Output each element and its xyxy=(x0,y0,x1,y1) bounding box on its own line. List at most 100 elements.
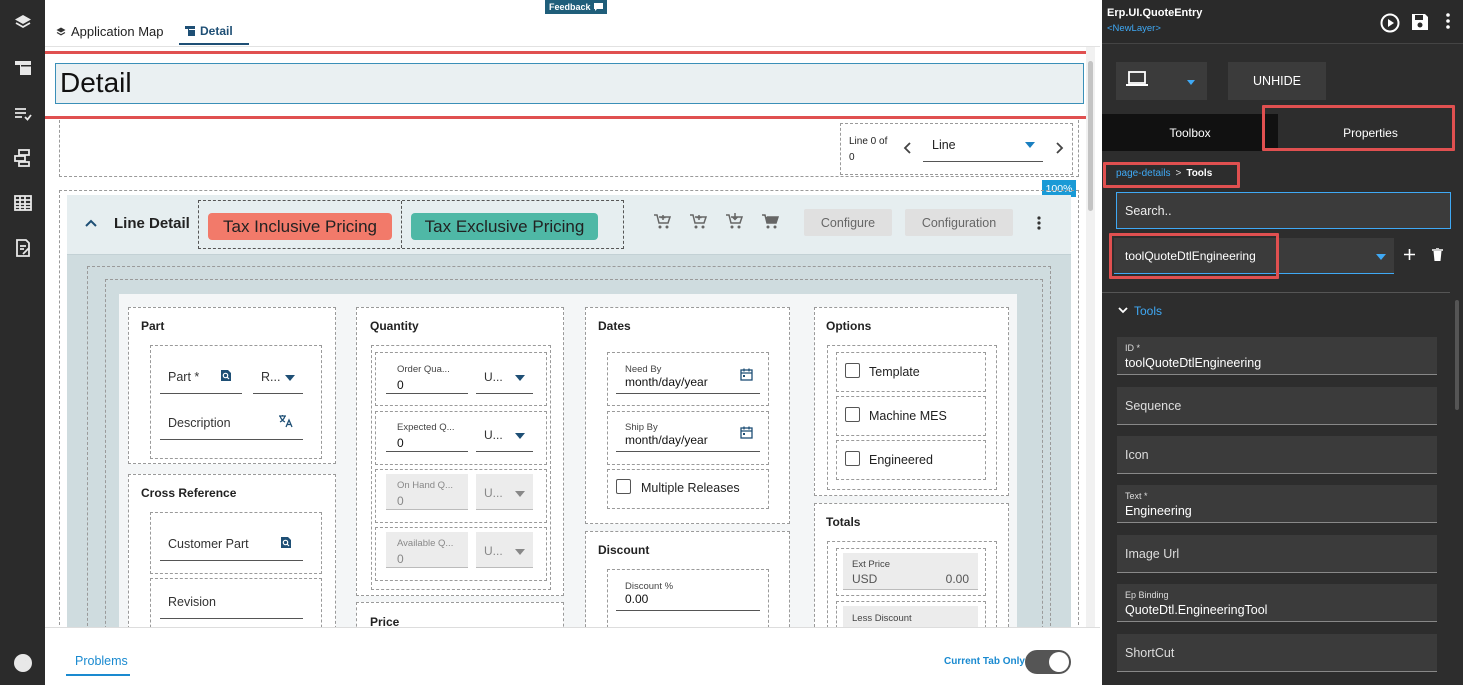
text-field[interactable]: Text * Engineering xyxy=(1117,485,1437,523)
layer-name[interactable]: <NewLayer> xyxy=(1107,23,1161,34)
order-uom-select[interactable]: U... xyxy=(476,358,533,394)
ep-binding-field[interactable]: Ep Binding QuoteDtl.EngineeringTool xyxy=(1117,584,1437,622)
workflow-icon[interactable] xyxy=(0,136,45,180)
field-label: Available Q... xyxy=(397,538,454,549)
order-qty-field[interactable]: Order Qua... 0 xyxy=(386,358,468,394)
tab-detail[interactable]: Detail xyxy=(185,24,233,38)
field-value: 0 xyxy=(397,552,404,566)
layers-icon[interactable] xyxy=(0,0,45,44)
left-nav-rail: ? xyxy=(0,0,45,685)
image-url-field[interactable]: Image Url xyxy=(1117,535,1437,573)
canvas-scrollbar[interactable] xyxy=(1086,47,1095,627)
field-label: Need By xyxy=(625,364,662,375)
more-vertical-icon[interactable] xyxy=(1037,216,1041,230)
save-icon[interactable] xyxy=(1410,12,1430,32)
chevron-left-icon[interactable] xyxy=(903,142,912,154)
panel-header: Erp.UI.QuoteEntry <NewLayer> xyxy=(1102,0,1463,44)
grid-icon[interactable] xyxy=(0,181,45,225)
part-field[interactable]: Part * xyxy=(160,358,242,394)
play-icon[interactable] xyxy=(1380,13,1400,33)
available-qty-field: Available Q... 0 xyxy=(386,532,468,568)
cart-icon[interactable] xyxy=(761,212,779,230)
uom-label: U... xyxy=(484,428,503,442)
chevron-down-icon xyxy=(285,375,295,381)
chevron-down-icon xyxy=(515,549,525,555)
trash-icon[interactable] xyxy=(1432,248,1443,261)
sequence-field[interactable]: Sequence xyxy=(1117,387,1437,425)
tools-section-title[interactable]: Tools xyxy=(1134,304,1162,318)
description-field[interactable]: Description xyxy=(160,404,303,440)
active-tab-indicator xyxy=(66,674,130,676)
calendar-icon[interactable] xyxy=(740,426,753,439)
divider xyxy=(1102,292,1450,293)
machine-mes-label: Machine MES xyxy=(869,409,947,423)
configure-button[interactable]: Configure xyxy=(804,209,892,236)
highlight-box xyxy=(1103,162,1240,188)
feedback-button[interactable]: Feedback xyxy=(545,0,607,14)
feedback-label: Feedback xyxy=(549,2,591,12)
template-checkbox[interactable] xyxy=(845,363,860,378)
cart-down-icon[interactable] xyxy=(725,212,743,230)
id-field[interactable]: ID * toolQuoteDtlEngineering xyxy=(1117,337,1437,375)
tax-inclusive-badge[interactable]: Tax Inclusive Pricing xyxy=(208,213,392,240)
field-label: Discount % xyxy=(625,581,674,592)
search-document-icon[interactable] xyxy=(280,536,292,549)
app-title: Erp.UI.QuoteEntry xyxy=(1107,7,1203,19)
chevron-right-icon[interactable] xyxy=(1055,142,1064,154)
chevron-down-icon[interactable] xyxy=(1118,307,1128,314)
icon-field[interactable]: Icon xyxy=(1117,436,1437,474)
tab-toolbox[interactable]: Toolbox xyxy=(1102,114,1278,151)
top-tab-bar: Feedback Application Map Detail xyxy=(45,0,1100,47)
tab-label: Application Map xyxy=(71,24,164,39)
search-input[interactable]: Search.. xyxy=(1116,192,1451,229)
need-by-field[interactable]: Need By month/day/year xyxy=(616,358,760,394)
customer-part-field[interactable]: Customer Part xyxy=(160,525,303,561)
unhide-button[interactable]: UNHIDE xyxy=(1228,62,1326,100)
revision-select[interactable]: R... xyxy=(253,358,303,394)
device-select[interactable] xyxy=(1116,62,1207,100)
properties-panel: Erp.UI.QuoteEntry <NewLayer> UNHIDE Tool… xyxy=(1102,0,1463,685)
less-discount-field: Less Discount xyxy=(843,606,978,627)
chevron-down-icon xyxy=(515,491,525,497)
layout-icon[interactable] xyxy=(0,46,45,90)
revision-field[interactable]: Revision xyxy=(160,583,303,619)
calendar-icon[interactable] xyxy=(740,368,753,381)
bottom-panel: Problems Current Tab Only xyxy=(45,627,1100,685)
add-icon[interactable] xyxy=(1404,249,1415,260)
field-value: 0.00 xyxy=(625,592,649,606)
engineered-checkbox[interactable] xyxy=(845,451,860,466)
machine-mes-checkbox[interactable] xyxy=(845,407,860,422)
edit-document-icon[interactable] xyxy=(0,226,45,270)
scrollbar-thumb[interactable] xyxy=(1088,61,1093,211)
translate-icon[interactable] xyxy=(278,414,294,428)
line-nav: Line 0 of 0 Line xyxy=(840,123,1073,175)
discount-pct-field[interactable]: Discount % 0.00 xyxy=(616,575,760,611)
chevron-down-icon xyxy=(1025,142,1035,148)
field-value: month/day/year xyxy=(625,375,708,389)
tab-application-map[interactable]: Application Map xyxy=(56,24,164,39)
line-select[interactable]: Line xyxy=(923,128,1043,162)
current-tab-only-toggle[interactable] xyxy=(1025,650,1071,674)
help-icon[interactable]: ? xyxy=(0,641,45,685)
panel-scrollbar[interactable] xyxy=(1455,300,1459,410)
cart-add-icon[interactable] xyxy=(689,212,707,230)
more-vertical-icon[interactable] xyxy=(1446,13,1450,29)
available-uom-select: U... xyxy=(476,532,533,568)
chevron-down-icon xyxy=(1376,254,1386,260)
shortcut-field[interactable]: ShortCut xyxy=(1117,634,1437,672)
list-check-icon[interactable] xyxy=(0,92,45,136)
configuration-button[interactable]: Configuration xyxy=(905,209,1013,236)
on-hand-qty-field: On Hand Q... 0 xyxy=(386,474,468,510)
expected-qty-field[interactable]: Expected Q... 0 xyxy=(386,416,468,452)
chevron-up-icon[interactable] xyxy=(85,219,97,227)
search-document-icon[interactable] xyxy=(220,369,232,382)
part-title: Part xyxy=(141,319,165,333)
tab-problems[interactable]: Problems xyxy=(75,654,128,668)
cart-add-icon[interactable] xyxy=(653,212,671,230)
quantity-card: Quantity Order Qua... 0 U... Expected Q.… xyxy=(356,307,564,596)
tax-exclusive-badge[interactable]: Tax Exclusive Pricing xyxy=(411,213,598,240)
ship-by-field[interactable]: Ship By month/day/year xyxy=(616,416,760,452)
chevron-down-icon xyxy=(515,375,525,381)
multiple-releases-checkbox[interactable] xyxy=(616,479,631,494)
expected-uom-select[interactable]: U... xyxy=(476,416,533,452)
